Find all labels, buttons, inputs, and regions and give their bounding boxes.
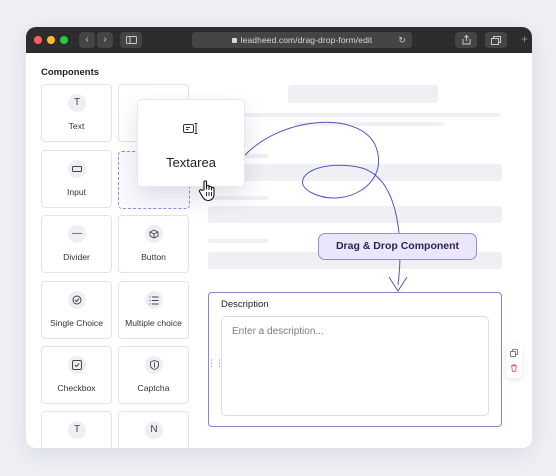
dragged-component-label: Textarea [166,155,216,170]
dragged-component-card[interactable]: Textarea [137,99,245,187]
description-label: Description [221,299,269,310]
browser-window: ‹ › leadheed.com/drag-drop-form/edit ↻ +… [26,27,532,448]
description-textarea[interactable] [221,316,489,416]
delete-icon[interactable] [510,364,518,374]
drag-drop-tooltip: Drag & Drop Component [318,233,477,260]
duplicate-icon[interactable] [510,349,518,359]
drag-handle-icon[interactable]: ⋮⋮ [207,358,224,369]
field-actions-toolbar [506,344,522,378]
hand-cursor-icon [198,180,215,202]
description-field-block[interactable]: Description [208,292,502,427]
textarea-icon [183,123,199,137]
